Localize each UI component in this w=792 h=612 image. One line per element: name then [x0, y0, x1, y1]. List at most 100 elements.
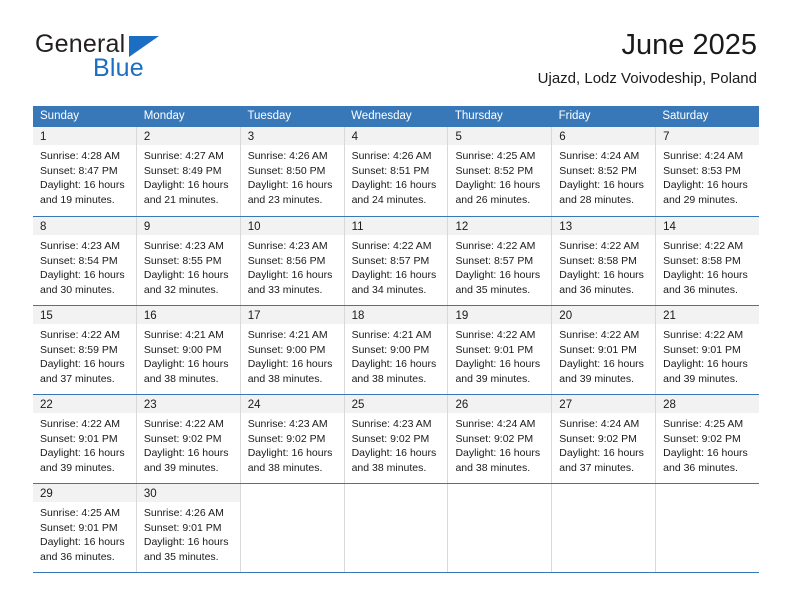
weekday-header-row: Sunday Monday Tuesday Wednesday Thursday Frid… [33, 106, 759, 127]
day-cell-20[interactable]: 20 Sunrise: 4:22 AM Sunset: 9:01 PM Dayligh… [552, 306, 657, 394]
calendar-page: General Blue June 2025 Ujazd, Lodz Voivo… [0, 0, 792, 612]
day-detail-line: Daylight: 16 hours [143, 358, 229, 370]
day-number: 23 [143, 399, 157, 411]
day-cell-4[interactable]: 4 Sunrise: 4:26 AM Sunset: 8:51 PM Daylight… [344, 127, 449, 216]
day-detail-line: Sunrise: 4:22 AM [40, 329, 120, 341]
day-detail-line: Sunrise: 4:22 AM [40, 418, 120, 430]
day-number-bar: 23 [136, 395, 240, 413]
day-number-bar: 8 [33, 217, 136, 235]
day-detail-line: Sunset: 8:51 PM [351, 164, 430, 177]
day-number: 3 [247, 131, 255, 143]
day-cell-body: Sunrise: 4:22 AM Sunset: 9:02 PM Daylight:… [137, 413, 240, 475]
day-number-bar: 14 [656, 217, 760, 235]
day-detail-line: Daylight: 16 hours [351, 447, 437, 459]
day-cell-body: Sunrise: 4:23 AM Sunset: 8:54 PM Daylight:… [33, 235, 136, 297]
day-detail-line: and 34 minutes. [351, 283, 427, 296]
day-cell-body: Sunrise: 4:22 AM Sunset: 9:01 PM Daylight:… [33, 413, 136, 475]
day-detail-line: Daylight: 16 hours [351, 179, 437, 191]
day-cell-3[interactable]: 3 Sunrise: 4:26 AM Sunset: 8:50 PM Daylight… [240, 127, 345, 216]
day-cell-body: Sunrise: 4:23 AM Sunset: 8:56 PM Daylight:… [241, 235, 344, 297]
day-cell-21[interactable]: 21 Sunrise: 4:22 AM Sunset: 9:01 PM Dayligh… [656, 306, 760, 394]
day-detail-line: and 23 minutes. [247, 193, 323, 206]
day-cell-6[interactable]: 6 Sunrise: 4:24 AM Sunset: 8:52 PM Daylight… [552, 127, 657, 216]
day-number-bar: 22 [33, 395, 136, 413]
day-cell-2[interactable]: 2 Sunrise: 4:27 AM Sunset: 8:49 PM Daylight… [136, 127, 241, 216]
day-cell-29[interactable]: 29 Sunrise: 4:25 AM Sunset: 9:01 PM Dayligh… [33, 484, 137, 572]
day-number-bar [552, 484, 655, 502]
day-cell-27[interactable]: 27 Sunrise: 4:24 AM Sunset: 9:02 PM Dayligh… [552, 395, 657, 483]
calendar-week-row: 15 Sunrise: 4:22 AM Sunset: 8:59 PM Dayligh… [33, 305, 760, 394]
day-cell-1[interactable]: 1 Sunrise: 4:28 AM Sunset: 8:47 PM Daylight… [33, 127, 137, 216]
calendar-weeks: 1 Sunrise: 4:28 AM Sunset: 8:47 PM Daylight… [33, 127, 760, 572]
day-detail-line: Daylight: 16 hours [351, 358, 437, 370]
day-cell-19[interactable]: 19 Sunrise: 4:22 AM Sunset: 9:01 PM Dayligh… [448, 306, 553, 394]
day-detail-line: Sunset: 9:01 PM [40, 432, 118, 445]
day-detail-line: Daylight: 16 hours [247, 447, 333, 459]
day-cell-23[interactable]: 23 Sunrise: 4:22 AM Sunset: 9:02 PM Dayligh… [136, 395, 241, 483]
day-number: 28 [663, 399, 676, 411]
day-cell-body: Sunrise: 4:23 AM Sunset: 8:55 PM Daylight:… [137, 235, 240, 297]
day-detail-line: Sunset: 9:01 PM [663, 343, 741, 356]
weekday-header-thursday: Thursday [454, 110, 503, 122]
calendar-week-row: 8 Sunrise: 4:23 AM Sunset: 8:54 PM Daylight… [33, 216, 760, 305]
day-cell-25[interactable]: 25 Sunrise: 4:23 AM Sunset: 9:02 PM Dayligh… [344, 395, 449, 483]
day-detail-line: Sunrise: 4:23 AM [351, 418, 432, 430]
day-detail-line: Sunset: 8:59 PM [40, 343, 118, 356]
logo-text-blue: Blue [93, 54, 144, 82]
day-cell-28[interactable]: 28 Sunrise: 4:25 AM Sunset: 9:02 PM Dayligh… [656, 395, 760, 483]
day-cell-empty [448, 484, 553, 572]
day-cell-body: Sunrise: 4:24 AM Sunset: 8:53 PM Daylight:… [656, 145, 759, 207]
day-detail-line: Sunrise: 4:22 AM [663, 240, 744, 252]
day-number-bar: 5 [448, 127, 552, 145]
day-number: 4 [351, 131, 358, 143]
day-number-bar: 1 [33, 127, 136, 145]
day-number: 9 [143, 221, 151, 233]
weekday-header-monday: Monday [143, 110, 185, 122]
day-detail-line: Sunrise: 4:22 AM [351, 240, 432, 252]
day-cell-body: Sunrise: 4:25 AM Sunset: 9:01 PM Daylight:… [33, 502, 136, 564]
day-cell-empty [552, 484, 657, 572]
day-cell-22[interactable]: 22 Sunrise: 4:22 AM Sunset: 9:01 PM Dayligh… [33, 395, 137, 483]
day-cell-11[interactable]: 11 Sunrise: 4:22 AM Sunset: 8:57 PM Dayligh… [344, 217, 449, 305]
day-detail-line: Sunset: 9:00 PM [247, 343, 326, 356]
day-cell-18[interactable]: 18 Sunrise: 4:21 AM Sunset: 9:00 PM Dayligh… [344, 306, 449, 394]
day-detail-line: Sunrise: 4:21 AM [351, 329, 432, 341]
day-cell-body: Sunrise: 4:25 AM Sunset: 9:02 PM Daylight:… [656, 413, 759, 475]
day-cell-24[interactable]: 24 Sunrise: 4:23 AM Sunset: 9:02 PM Dayligh… [240, 395, 345, 483]
day-number: 25 [351, 399, 365, 411]
day-cell-14[interactable]: 14 Sunrise: 4:22 AM Sunset: 8:58 PM Dayligh… [656, 217, 760, 305]
day-number-bar: 12 [448, 217, 552, 235]
day-cell-16[interactable]: 16 Sunrise: 4:21 AM Sunset: 9:00 PM Dayligh… [136, 306, 241, 394]
day-detail-line: Daylight: 16 hours [40, 179, 125, 191]
day-detail-line: Sunrise: 4:21 AM [247, 329, 328, 341]
generalblue-logo[interactable]: General Blue [33, 28, 243, 86]
day-detail-line: Daylight: 16 hours [143, 447, 229, 459]
day-cell-15[interactable]: 15 Sunrise: 4:22 AM Sunset: 8:59 PM Dayligh… [33, 306, 137, 394]
day-detail-line: and 38 minutes. [247, 461, 323, 474]
day-detail-line: Sunset: 8:53 PM [663, 164, 741, 177]
day-number: 6 [559, 131, 566, 143]
day-detail-line: and 38 minutes. [351, 461, 427, 474]
day-number: 20 [559, 310, 573, 322]
day-cell-26[interactable]: 26 Sunrise: 4:24 AM Sunset: 9:02 PM Dayligh… [448, 395, 553, 483]
day-detail-line: Sunrise: 4:24 AM [559, 418, 640, 430]
day-detail-line: Daylight: 16 hours [559, 447, 644, 459]
day-cell-12[interactable]: 12 Sunrise: 4:22 AM Sunset: 8:57 PM Dayligh… [448, 217, 553, 305]
day-cell-9[interactable]: 9 Sunrise: 4:23 AM Sunset: 8:55 PM Daylight… [136, 217, 241, 305]
day-detail-line: Sunset: 8:54 PM [40, 254, 118, 267]
calendar-week-row: 29 Sunrise: 4:25 AM Sunset: 9:01 PM Dayligh… [33, 483, 760, 572]
day-detail-line: and 39 minutes. [143, 461, 219, 474]
day-cell-30[interactable]: 30 Sunrise: 4:26 AM Sunset: 9:01 PM Dayligh… [136, 484, 241, 572]
day-cell-5[interactable]: 5 Sunrise: 4:25 AM Sunset: 8:52 PM Daylight… [448, 127, 553, 216]
day-cell-13[interactable]: 13 Sunrise: 4:22 AM Sunset: 8:58 PM Dayligh… [552, 217, 657, 305]
day-cell-8[interactable]: 8 Sunrise: 4:23 AM Sunset: 8:54 PM Daylight… [33, 217, 137, 305]
day-cell-17[interactable]: 17 Sunrise: 4:21 AM Sunset: 9:00 PM Dayligh… [240, 306, 345, 394]
day-number-bar: 7 [656, 127, 760, 145]
day-detail-line: Sunrise: 4:26 AM [247, 150, 328, 162]
day-detail-line: Sunrise: 4:21 AM [143, 329, 224, 341]
day-detail-line: Sunset: 9:01 PM [559, 343, 637, 356]
day-detail-line: and 37 minutes. [40, 372, 115, 385]
day-cell-7[interactable]: 7 Sunrise: 4:24 AM Sunset: 8:53 PM Daylight… [656, 127, 760, 216]
day-cell-10[interactable]: 10 Sunrise: 4:23 AM Sunset: 8:56 PM Dayligh… [240, 217, 345, 305]
calendar-week-row: 22 Sunrise: 4:22 AM Sunset: 9:01 PM Dayligh… [33, 394, 760, 483]
